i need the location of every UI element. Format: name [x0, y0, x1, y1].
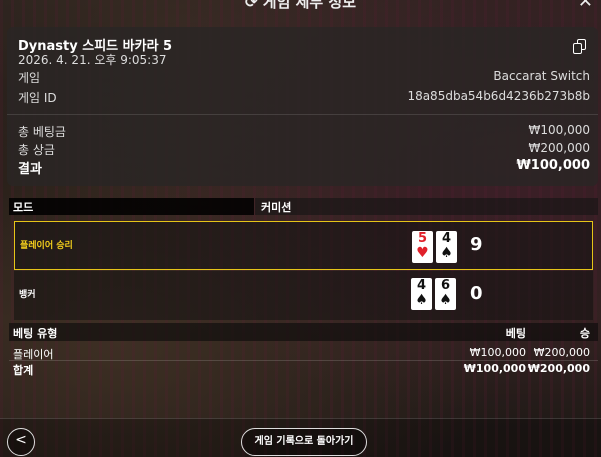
game-row: 게임 Baccarat Switch	[18, 69, 590, 85]
table-row: 플레이어 ₩100,000 ₩200,000	[9, 346, 598, 361]
hand-score: 9	[470, 234, 483, 255]
playing-card: 4 ♠	[411, 278, 432, 310]
spade-icon: ♠	[440, 245, 453, 261]
divider	[9, 360, 598, 361]
back-button[interactable]: <	[7, 428, 35, 456]
divider	[7, 114, 598, 115]
total-win-value: ₩200,000	[528, 141, 591, 155]
playing-card: 4 ♠	[436, 231, 457, 263]
header-bar: ⟳ 게임 세부 정보 ✕	[0, 0, 601, 14]
table-total-row: 합계 ₩100,000 ₩200,000	[9, 362, 598, 377]
card-rank: 6	[440, 278, 451, 293]
total-bet-row: 총 베팅금 ₩100,000	[18, 123, 590, 139]
game-summary-card: Dynasty 스피드 바카라 5 2026. 4. 21. 오후 9:05:3…	[7, 27, 598, 186]
game-label: 게임	[18, 71, 41, 85]
chevron-left-icon: <	[15, 432, 27, 448]
table-header: 베팅 유형 베팅 승	[9, 323, 598, 341]
copy-icon-front	[573, 43, 582, 54]
total-bet-value: ₩100,000	[528, 123, 591, 137]
page-title: ⟳ 게임 세부 정보	[0, 0, 601, 12]
playing-card: 6 ♠	[435, 278, 456, 310]
copy-icon[interactable]	[573, 39, 587, 54]
footer-bar: < 게임 기록으로 돌아가기	[0, 418, 601, 457]
game-value: Baccarat Switch	[493, 69, 590, 83]
column-header: 베팅	[505, 327, 526, 340]
bet-amount: ₩100,000	[469, 346, 526, 359]
result-label: 결과	[18, 162, 42, 177]
hand-score: 0	[470, 283, 483, 304]
game-id-label: 게임 ID	[18, 91, 57, 105]
total-label: 합계	[13, 364, 34, 377]
total-win-row: 총 상금 ₩200,000	[18, 141, 590, 157]
hand-label: 뱅커	[19, 290, 36, 300]
player-hand-row: 플레이어 승리 5 ♥ 4 ♠ 9	[14, 221, 593, 270]
total-bet: ₩100,000	[463, 362, 526, 375]
game-datetime: 2026. 4. 21. 오후 9:05:37	[18, 53, 167, 67]
total-win: ₩200,000	[527, 362, 590, 375]
mode-value: 커미션	[255, 198, 598, 215]
spade-icon: ♠	[415, 292, 428, 308]
card-rank: 4	[441, 231, 452, 246]
playing-card: 5 ♥	[412, 231, 433, 263]
win-amount: ₩200,000	[533, 346, 590, 359]
total-bet-label: 총 베팅금	[18, 125, 66, 139]
back-to-history-button[interactable]: 게임 기록으로 돌아가기	[241, 428, 367, 456]
game-id-value: 18a85dba54b6d4236b273b8b	[407, 89, 590, 103]
mode-label: 모드	[9, 198, 254, 215]
divider	[0, 418, 601, 419]
close-icon[interactable]: ✕	[578, 0, 593, 12]
spade-icon: ♠	[439, 292, 452, 308]
hand-label: 플레이어 승리	[20, 241, 73, 251]
card-rank: 4	[416, 278, 427, 293]
column-header: 베팅 유형	[13, 327, 58, 340]
result-value: ₩100,000	[516, 158, 590, 173]
game-id-row: 게임 ID 18a85dba54b6d4236b273b8b	[18, 89, 590, 105]
replay-icon: ⟳	[244, 0, 263, 11]
mode-bar: 모드 커미션	[9, 198, 598, 215]
total-win-label: 총 상금	[18, 143, 55, 157]
result-row: 결과 ₩100,000	[18, 158, 590, 177]
banker-hand-row: 뱅커 4 ♠ 6 ♠ 0	[14, 271, 593, 320]
column-header: 승	[579, 327, 590, 340]
heart-icon: ♥	[416, 245, 429, 261]
card-rank: 5	[417, 231, 428, 246]
